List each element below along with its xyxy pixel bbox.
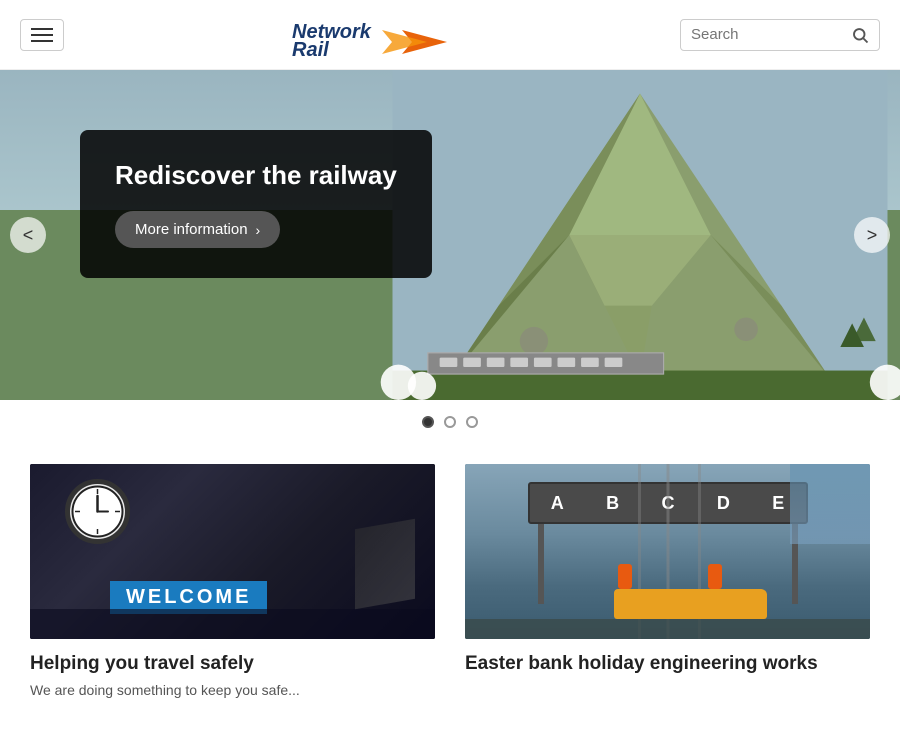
hero-slider: Rediscover the railway More information … [0, 70, 900, 400]
menu-button[interactable] [20, 19, 64, 51]
slide-dot-1[interactable] [422, 416, 434, 428]
search-bar[interactable] [680, 19, 880, 51]
card-engineering-title: Easter bank holiday engineering works [465, 653, 870, 675]
network-rail-logo: Network Rail [292, 12, 452, 57]
logo[interactable]: Network Rail [292, 12, 452, 57]
arrow-icon: › [256, 222, 261, 238]
card-travel-title: Helping you travel safely [30, 653, 435, 675]
slider-dots [0, 400, 900, 444]
search-icon [851, 26, 869, 44]
clock-face [70, 484, 125, 539]
slide-dot-2[interactable] [444, 416, 456, 428]
card-travel-safely: WELCOME Helping you travel safely We are… [30, 464, 435, 701]
more-info-label: More information [135, 221, 248, 238]
next-slide-button[interactable]: > [854, 217, 890, 253]
site-header: Network Rail [0, 0, 900, 70]
slide-dot-3[interactable] [466, 416, 478, 428]
card-engineering: A B C D E [465, 464, 870, 701]
right-arrow-icon: > [867, 225, 878, 246]
search-button[interactable] [851, 26, 869, 44]
mountain-illustration [380, 70, 900, 400]
hero-content-box: Rediscover the railway More information … [80, 130, 432, 278]
search-input[interactable] [691, 26, 851, 43]
hero-title: Rediscover the railway [115, 160, 397, 191]
card-engineering-image: A B C D E [465, 464, 870, 639]
prev-slide-button[interactable]: < [10, 217, 46, 253]
svg-text:Rail: Rail [292, 39, 329, 57]
left-arrow-icon: < [23, 225, 34, 246]
card-travel-image: WELCOME [30, 464, 435, 639]
more-information-button[interactable]: More information › [115, 211, 280, 248]
card-travel-desc: We are doing something to keep you safe.… [30, 681, 435, 701]
cards-section: WELCOME Helping you travel safely We are… [0, 444, 900, 731]
